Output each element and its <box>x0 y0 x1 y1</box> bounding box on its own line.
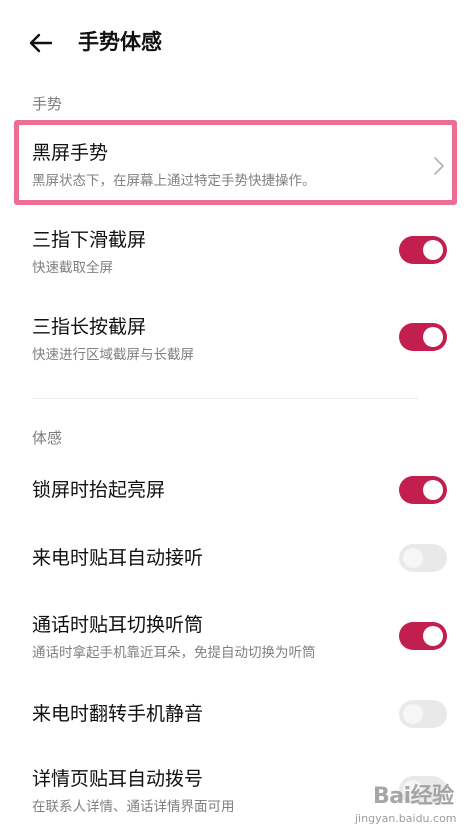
setting-description: 通话时拿起手机靠近耳朵，免提自动切换为听筒 <box>32 645 316 661</box>
setting-row-raise-to-wake[interactable]: 锁屏时抬起亮屏 <box>0 466 468 514</box>
toggle-knob <box>423 480 443 500</box>
chevron-right-icon <box>434 157 444 175</box>
section-title-motion: 体感 <box>32 429 63 447</box>
setting-row-flip-to-mute[interactable]: 来电时翻转手机静音 <box>0 690 468 738</box>
page-title: 手势体感 <box>78 30 162 54</box>
setting-description: 在联系人详情、通话详情界面可用 <box>32 799 235 815</box>
setting-label: 锁屏时抬起亮屏 <box>32 479 166 501</box>
setting-label: 通话时贴耳切换听筒 <box>32 614 204 636</box>
toggle-knob <box>403 548 423 568</box>
setting-description: 快速进行区域截屏与长截屏 <box>32 347 194 363</box>
watermark-site: jingyan.baidu.com <box>355 812 457 825</box>
setting-row-switch-earpiece[interactable]: 通话时贴耳切换听筒 通话时拿起手机靠近耳朵，免提自动切换为听筒 <box>0 603 468 671</box>
toggle-knob <box>423 327 443 347</box>
toggle-switch[interactable] <box>399 544 447 572</box>
toggle-knob <box>423 626 443 646</box>
watermark-logo: Bai经验 <box>373 784 454 809</box>
toggle-knob <box>423 240 443 260</box>
arrow-left-icon[interactable] <box>27 29 55 57</box>
setting-label: 来电时翻转手机静音 <box>32 703 204 725</box>
setting-description: 快速截取全屏 <box>32 260 113 276</box>
setting-row-three-finger-hold-screenshot[interactable]: 三指长按截屏 快速进行区域截屏与长截屏 <box>0 302 468 374</box>
header: 手势体感 <box>0 0 468 86</box>
setting-label: 黑屏手势 <box>32 142 109 164</box>
setting-label: 三指下滑截屏 <box>32 229 147 251</box>
setting-row-black-screen-gesture[interactable]: 黑屏手势 黑屏状态下，在屏幕上通过特定手势快捷操作。 <box>0 124 468 202</box>
setting-label: 详情页贴耳自动拨号 <box>32 768 204 790</box>
section-divider <box>32 398 418 399</box>
toggle-switch[interactable] <box>399 700 447 728</box>
toggle-switch[interactable] <box>399 622 447 650</box>
setting-row-auto-answer[interactable]: 来电时贴耳自动接听 <box>0 534 468 582</box>
toggle-switch[interactable] <box>399 236 447 264</box>
toggle-switch[interactable] <box>399 323 447 351</box>
setting-row-three-finger-swipe-screenshot[interactable]: 三指下滑截屏 快速截取全屏 <box>0 215 468 287</box>
setting-label: 三指长按截屏 <box>32 316 147 338</box>
setting-description: 黑屏状态下，在屏幕上通过特定手势快捷操作。 <box>32 173 316 189</box>
toggle-knob <box>403 704 423 724</box>
toggle-switch[interactable] <box>399 476 447 504</box>
section-title-gesture: 手势 <box>32 95 63 113</box>
watermark: Bai经验 jingyan.baidu.com <box>345 772 465 834</box>
setting-label: 来电时贴耳自动接听 <box>32 547 204 569</box>
